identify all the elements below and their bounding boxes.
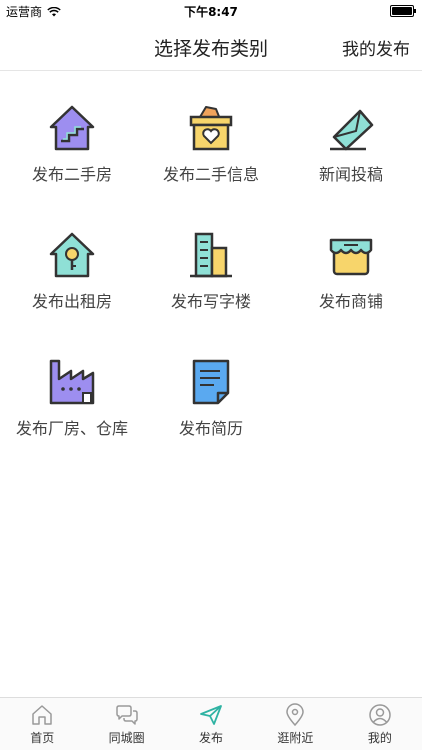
user-icon — [369, 704, 391, 726]
box-heart-icon — [189, 106, 233, 151]
resume-document-icon — [192, 359, 230, 405]
tab-publish[interactable]: 发布 — [169, 698, 253, 750]
tab-nearby[interactable]: 逛附近 — [253, 698, 337, 750]
category-label: 发布二手信息 — [162, 165, 259, 184]
tab-mine[interactable]: 我的 — [338, 698, 422, 750]
shop-icon — [329, 238, 373, 276]
category-secondhand-info[interactable]: 发布二手信息 — [141, 103, 281, 185]
tab-label: 首页 — [30, 731, 55, 745]
tab-home[interactable]: 首页 — [0, 698, 84, 750]
factory-icon — [49, 359, 95, 405]
category-label: 发布厂房、仓库 — [15, 419, 128, 438]
category-resume[interactable]: 发布简历 — [141, 357, 281, 439]
tab-label: 同城圈 — [108, 731, 145, 745]
category-news-submission[interactable]: 新闻投稿 — [281, 103, 421, 185]
category-shop[interactable]: 发布商铺 — [281, 230, 421, 312]
tab-community[interactable]: 同城圈 — [84, 698, 168, 750]
tab-bar: 首页 同城圈 发布 逛附近 我的 — [0, 697, 422, 750]
category-factory-warehouse[interactable]: 发布厂房、仓库 — [2, 357, 142, 439]
category-label: 新闻投稿 — [318, 165, 383, 184]
tab-label: 逛附近 — [277, 731, 314, 745]
tab-label: 发布 — [199, 731, 224, 745]
house-key-icon — [49, 232, 95, 278]
category-label: 发布出租房 — [31, 292, 112, 311]
my-posts-button[interactable]: 我的发布 — [342, 35, 410, 60]
category-secondhand-house[interactable]: 发布二手房 — [2, 103, 142, 185]
category-office-building[interactable]: 发布写字楼 — [141, 230, 281, 312]
category-label: 发布二手房 — [31, 165, 112, 184]
status-time: 下午8:47 — [184, 5, 238, 19]
battery-icon — [390, 5, 416, 17]
paper-plane-icon — [200, 705, 222, 725]
tab-label: 我的 — [367, 731, 392, 745]
home-icon — [32, 705, 52, 725]
envelope-icon — [330, 109, 374, 151]
chat-icon — [115, 705, 138, 725]
nav-bar: 选择发布类别 我的发布 — [0, 22, 422, 71]
category-label: 发布商铺 — [318, 292, 383, 311]
category-label: 发布简历 — [178, 419, 243, 438]
house-stairs-icon — [49, 105, 95, 151]
office-building-icon — [190, 232, 232, 278]
category-rental-house[interactable]: 发布出租房 — [2, 230, 142, 312]
location-pin-icon — [286, 703, 305, 727]
category-label: 发布写字楼 — [170, 292, 251, 311]
status-bar: 运营商 下午8:47 — [0, 0, 422, 22]
